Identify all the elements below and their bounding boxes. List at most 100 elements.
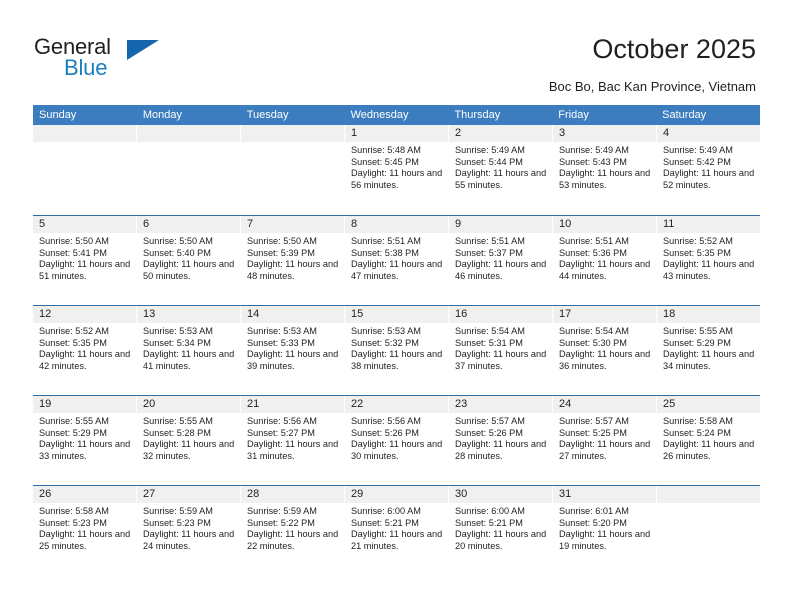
day-number: 17 — [553, 306, 656, 323]
sunset-text: Sunset: 5:20 PM — [559, 517, 627, 528]
daylight-text: Daylight: 11 hours and 19 minutes. — [559, 529, 651, 551]
day-number: 23 — [449, 396, 552, 413]
calendar-day-cell[interactable]: 30 Sunrise: 6:00 AM Sunset: 5:21 PM Dayligh… — [449, 486, 553, 575]
daylight-text: Daylight: 11 hours and 46 minutes. — [455, 259, 547, 281]
weekday-header-sunday: Sunday — [39, 109, 77, 121]
calendar-day-cell[interactable]: 31 Sunrise: 6:01 AM Sunset: 5:20 PM Dayligh… — [553, 486, 657, 575]
calendar-day-cell[interactable]: 18 Sunrise: 5:55 AM Sunset: 5:29 PM Dayligh… — [657, 306, 760, 395]
daylight-text: Daylight: 11 hours and 21 minutes. — [351, 529, 443, 551]
calendar-day-cell[interactable]: 7 Sunrise: 5:50 AM Sunset: 5:39 PM Daylight… — [241, 216, 345, 305]
sunrise-text: Sunrise: 5:52 AM — [39, 326, 109, 336]
daylight-text: Daylight: 11 hours and 22 minutes. — [247, 529, 339, 551]
sunset-text: Sunset: 5:32 PM — [351, 337, 419, 348]
calendar-day-cell[interactable]: 1 Sunrise: 5:48 AM Sunset: 5:45 PM Daylight… — [345, 125, 449, 215]
calendar-day-cell-empty — [241, 125, 345, 215]
day-number: 11 — [657, 216, 760, 233]
sunrise-text: Sunrise: 5:56 AM — [351, 416, 421, 426]
calendar-day-cell-empty — [137, 125, 241, 215]
calendar-day-cell[interactable]: 19 Sunrise: 5:55 AM Sunset: 5:29 PM Dayligh… — [33, 396, 137, 485]
day-number: 4 — [657, 125, 760, 142]
day-number — [33, 125, 136, 142]
day-sun-info: Sunrise: 5:56 AM Sunset: 5:26 PM Daylight:… — [345, 413, 448, 462]
calendar-week-row: 26 Sunrise: 5:58 AM Sunset: 5:23 PM Dayligh… — [33, 485, 760, 575]
weekday-header-row: Sunday Monday Tuesday Wednesday Thursday… — [33, 105, 760, 125]
calendar-day-cell[interactable]: 6 Sunrise: 5:50 AM Sunset: 5:40 PM Daylight… — [137, 216, 241, 305]
sunset-text: Sunset: 5:25 PM — [559, 427, 627, 438]
calendar-day-cell[interactable]: 10 Sunrise: 5:51 AM Sunset: 5:36 PM Dayligh… — [553, 216, 657, 305]
calendar-day-cell[interactable]: 16 Sunrise: 5:54 AM Sunset: 5:31 PM Dayligh… — [449, 306, 553, 395]
sunset-text: Sunset: 5:29 PM — [39, 427, 107, 438]
sunrise-text: Sunrise: 5:59 AM — [247, 506, 317, 516]
day-sun-info: Sunrise: 5:48 AM Sunset: 5:45 PM Daylight:… — [345, 142, 448, 191]
calendar-day-cell[interactable]: 25 Sunrise: 5:58 AM Sunset: 5:24 PM Dayligh… — [657, 396, 760, 485]
sunset-text: Sunset: 5:28 PM — [143, 427, 211, 438]
sunset-text: Sunset: 5:45 PM — [351, 156, 419, 167]
sunrise-text: Sunrise: 5:48 AM — [351, 145, 421, 155]
day-number: 7 — [241, 216, 344, 233]
calendar-day-cell[interactable]: 29 Sunrise: 6:00 AM Sunset: 5:21 PM Dayligh… — [345, 486, 449, 575]
day-number: 19 — [33, 396, 136, 413]
sunset-text: Sunset: 5:38 PM — [351, 247, 419, 258]
weekday-header-saturday: Saturday — [662, 109, 707, 121]
daylight-text: Daylight: 11 hours and 25 minutes. — [39, 529, 131, 551]
day-sun-info: Sunrise: 5:55 AM Sunset: 5:29 PM Daylight:… — [33, 413, 136, 462]
day-number: 29 — [345, 486, 448, 503]
calendar-day-cell[interactable]: 12 Sunrise: 5:52 AM Sunset: 5:35 PM Dayligh… — [33, 306, 137, 395]
daylight-text: Daylight: 11 hours and 30 minutes. — [351, 439, 443, 461]
day-number: 14 — [241, 306, 344, 323]
calendar-day-cell[interactable]: 14 Sunrise: 5:53 AM Sunset: 5:33 PM Dayligh… — [241, 306, 345, 395]
day-sun-info: Sunrise: 5:49 AM Sunset: 5:44 PM Daylight:… — [449, 142, 552, 191]
calendar-day-cell[interactable]: 20 Sunrise: 5:55 AM Sunset: 5:28 PM Dayligh… — [137, 396, 241, 485]
calendar-day-cell[interactable]: 22 Sunrise: 5:56 AM Sunset: 5:26 PM Dayligh… — [345, 396, 449, 485]
calendar-day-cell[interactable]: 26 Sunrise: 5:58 AM Sunset: 5:23 PM Dayligh… — [33, 486, 137, 575]
sunrise-text: Sunrise: 6:01 AM — [559, 506, 629, 516]
day-sun-info: Sunrise: 5:52 AM Sunset: 5:35 PM Daylight:… — [33, 323, 136, 372]
day-number: 1 — [345, 125, 448, 142]
day-sun-info: Sunrise: 5:50 AM Sunset: 5:40 PM Daylight:… — [137, 233, 240, 282]
sunset-text: Sunset: 5:44 PM — [455, 156, 523, 167]
calendar-day-cell[interactable]: 8 Sunrise: 5:51 AM Sunset: 5:38 PM Daylight… — [345, 216, 449, 305]
daylight-text: Daylight: 11 hours and 28 minutes. — [455, 439, 547, 461]
calendar-week-row: 12 Sunrise: 5:52 AM Sunset: 5:35 PM Dayligh… — [33, 305, 760, 395]
daylight-text: Daylight: 11 hours and 55 minutes. — [455, 168, 547, 190]
calendar-day-cell[interactable]: 9 Sunrise: 5:51 AM Sunset: 5:37 PM Daylight… — [449, 216, 553, 305]
sunrise-text: Sunrise: 5:58 AM — [39, 506, 109, 516]
sunrise-text: Sunrise: 5:54 AM — [455, 326, 525, 336]
daylight-text: Daylight: 11 hours and 31 minutes. — [247, 439, 339, 461]
calendar-week-row: 1 Sunrise: 5:48 AM Sunset: 5:45 PM Daylight… — [33, 125, 760, 215]
calendar-day-cell[interactable]: 27 Sunrise: 5:59 AM Sunset: 5:23 PM Dayligh… — [137, 486, 241, 575]
day-number: 18 — [657, 306, 760, 323]
calendar-day-cell[interactable]: 13 Sunrise: 5:53 AM Sunset: 5:34 PM Dayligh… — [137, 306, 241, 395]
daylight-text: Daylight: 11 hours and 48 minutes. — [247, 259, 339, 281]
calendar-day-cell[interactable]: 11 Sunrise: 5:52 AM Sunset: 5:35 PM Dayligh… — [657, 216, 760, 305]
day-number: 31 — [553, 486, 656, 503]
day-number: 24 — [553, 396, 656, 413]
calendar-day-cell[interactable]: 4 Sunrise: 5:49 AM Sunset: 5:42 PM Daylight… — [657, 125, 760, 215]
calendar-day-cell[interactable]: 15 Sunrise: 5:53 AM Sunset: 5:32 PM Dayligh… — [345, 306, 449, 395]
calendar-day-cell[interactable]: 24 Sunrise: 5:57 AM Sunset: 5:25 PM Dayligh… — [553, 396, 657, 485]
day-number: 5 — [33, 216, 136, 233]
calendar-day-cell[interactable]: 17 Sunrise: 5:54 AM Sunset: 5:30 PM Dayligh… — [553, 306, 657, 395]
day-number: 10 — [553, 216, 656, 233]
calendar-day-cell[interactable]: 2 Sunrise: 5:49 AM Sunset: 5:44 PM Daylight… — [449, 125, 553, 215]
calendar-day-cell[interactable]: 21 Sunrise: 5:56 AM Sunset: 5:27 PM Dayligh… — [241, 396, 345, 485]
day-sun-info: Sunrise: 5:53 AM Sunset: 5:32 PM Daylight:… — [345, 323, 448, 372]
day-number: 27 — [137, 486, 240, 503]
calendar-day-cell[interactable]: 5 Sunrise: 5:50 AM Sunset: 5:41 PM Daylight… — [33, 216, 137, 305]
calendar-grid: Sunday Monday Tuesday Wednesday Thursday… — [33, 105, 760, 575]
day-sun-info: Sunrise: 5:56 AM Sunset: 5:27 PM Daylight:… — [241, 413, 344, 462]
sunset-text: Sunset: 5:35 PM — [663, 247, 731, 258]
day-number: 12 — [33, 306, 136, 323]
daylight-text: Daylight: 11 hours and 26 minutes. — [663, 439, 755, 461]
day-number: 30 — [449, 486, 552, 503]
sunset-text: Sunset: 5:36 PM — [559, 247, 627, 258]
calendar-day-cell[interactable]: 3 Sunrise: 5:49 AM Sunset: 5:43 PM Daylight… — [553, 125, 657, 215]
sunrise-text: Sunrise: 6:00 AM — [351, 506, 421, 516]
sunset-text: Sunset: 5:41 PM — [39, 247, 107, 258]
calendar-day-cell[interactable]: 23 Sunrise: 5:57 AM Sunset: 5:26 PM Dayligh… — [449, 396, 553, 485]
calendar-day-cell[interactable]: 28 Sunrise: 5:59 AM Sunset: 5:22 PM Dayligh… — [241, 486, 345, 575]
sunset-text: Sunset: 5:37 PM — [455, 247, 523, 258]
sunrise-text: Sunrise: 5:50 AM — [247, 236, 317, 246]
sunset-text: Sunset: 5:27 PM — [247, 427, 315, 438]
day-sun-info: Sunrise: 5:58 AM Sunset: 5:23 PM Daylight:… — [33, 503, 136, 552]
